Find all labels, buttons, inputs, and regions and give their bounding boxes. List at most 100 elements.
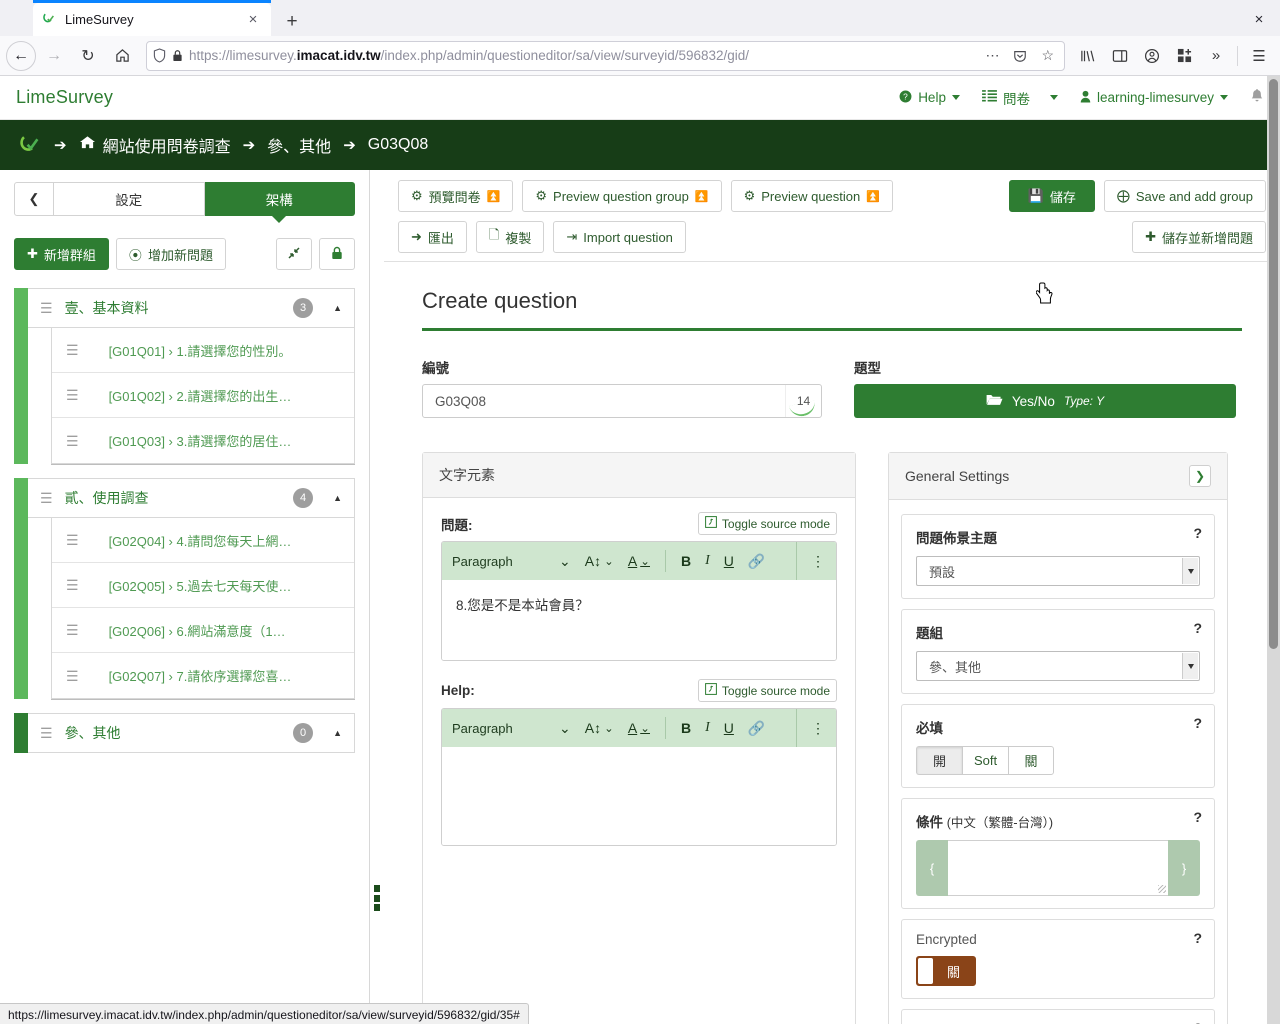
preview-survey-button[interactable]: ⚙ 預覽問卷 ⏫ — [398, 180, 514, 212]
surveys-menu[interactable]: 問卷 — [982, 88, 1058, 108]
help-question-icon[interactable]: ? — [1193, 715, 1202, 731]
help-menu[interactable]: ? Help — [899, 90, 960, 106]
add-question-button[interactable]: ⦿ 增加新問題 — [115, 238, 226, 270]
preview-question-button[interactable]: ⚙ Preview question ⏫ — [730, 180, 893, 212]
reload-button[interactable]: ↻ — [72, 41, 104, 71]
paragraph-format-chevron-icon[interactable]: ⌄ — [552, 553, 578, 570]
drag-handle-icon[interactable]: ☰ — [66, 578, 79, 592]
new-tab-button[interactable]: + — [277, 6, 307, 36]
drag-handle-icon[interactable]: ☰ — [66, 669, 79, 683]
back-button[interactable]: ← — [6, 40, 36, 71]
list-item[interactable]: ☰ [G01Q03] › 3.請選擇您的居住… — [52, 418, 354, 463]
pocket-icon[interactable] — [1009, 49, 1031, 63]
more-options-icon[interactable]: ⋮ — [796, 709, 826, 747]
group-header[interactable]: ☰ 貳、使用調查 4 ▲ — [28, 478, 355, 518]
drag-handle-icon[interactable]: ☰ — [40, 301, 53, 315]
help-question-icon[interactable]: ? — [1193, 1020, 1202, 1024]
url-bar[interactable]: https://limesurvey.imacat.idv.tw/index.p… — [146, 40, 1065, 71]
drag-handle-icon[interactable]: ☰ — [40, 726, 53, 740]
italic-icon[interactable]: I — [698, 553, 717, 569]
lock-button[interactable] — [319, 238, 355, 270]
help-question-icon[interactable]: ? — [1193, 930, 1202, 946]
question-theme-select[interactable]: 預設 — [916, 556, 1200, 586]
resize-handle-icon[interactable] — [1158, 885, 1166, 893]
list-item[interactable]: ☰ [G02Q06] › 6.網站滿意度（1… — [52, 608, 354, 653]
question-rich-text-editor[interactable]: Paragraph ⌄ A↕ ⌄ A ⌄ B I U 🔗 ⋮ 8.您是不是本站會… — [441, 541, 837, 661]
account-icon[interactable] — [1137, 41, 1167, 71]
list-item[interactable]: ☰ [G01Q01] › 1.請選擇您的性別。 — [52, 328, 354, 373]
user-menu[interactable]: learning-limesurvey — [1080, 90, 1228, 106]
save-button[interactable]: 💾 儲存 — [1008, 180, 1095, 212]
page-scrollbar[interactable] — [1267, 76, 1280, 1024]
drag-handle-icon[interactable]: ☰ — [66, 388, 79, 402]
tab-close-icon[interactable]: × — [243, 10, 263, 30]
forward-button[interactable]: → — [38, 41, 70, 71]
encrypted-toggle[interactable]: 關 — [916, 956, 976, 986]
drag-handle-icon[interactable]: ☰ — [66, 343, 79, 357]
sidebar-collapse-button[interactable]: ❮ — [14, 182, 54, 216]
question-type-button[interactable]: Yes/No Type: Y — [854, 384, 1236, 418]
drag-handle-icon[interactable]: ☰ — [40, 491, 53, 505]
page-actions-icon[interactable]: ⋯ — [981, 47, 1003, 64]
list-item[interactable]: ☰ [G02Q04] › 4.請問您每天上網… — [52, 518, 354, 563]
font-size-icon[interactable]: A↕ ⌄ — [578, 553, 621, 569]
help-question-icon[interactable]: ? — [1193, 525, 1202, 541]
text-color-icon[interactable]: A ⌄ — [621, 553, 657, 569]
list-item[interactable]: ☰ [G02Q05] › 5.過去七天每天使… — [52, 563, 354, 608]
help-question-icon[interactable]: ? — [1193, 620, 1202, 636]
paragraph-format-chevron-icon[interactable]: ⌄ — [552, 720, 578, 737]
group-header[interactable]: ☰ 壹、基本資料 3 ▲ — [28, 288, 355, 328]
scrollbar-thumb[interactable] — [1269, 79, 1278, 649]
panel-collapse-chevron-icon[interactable]: ❯ — [1189, 465, 1211, 487]
tab-structure[interactable]: 架構 — [204, 182, 355, 216]
notification-bell-icon[interactable] — [1250, 88, 1264, 107]
link-icon[interactable]: 🔗 — [741, 720, 772, 737]
overflow-chevron-icon[interactable]: » — [1201, 41, 1231, 71]
help-question-icon[interactable]: ? — [1193, 809, 1202, 825]
group-header[interactable]: ☰ 參、其他 0 ▲ — [28, 713, 355, 753]
bold-icon[interactable]: B — [674, 720, 698, 736]
paragraph-format-label[interactable]: Paragraph — [452, 721, 552, 736]
help-rich-text-editor[interactable]: Paragraph ⌄ A↕ ⌄ A ⌄ B I U 🔗 ⋮ — [441, 708, 837, 846]
text-color-icon[interactable]: A ⌄ — [621, 720, 657, 736]
save-and-add-group-button[interactable]: ⨁ Save and add group — [1103, 180, 1266, 212]
home-button[interactable] — [106, 41, 138, 71]
italic-icon[interactable]: I — [698, 720, 717, 736]
link-icon[interactable]: 🔗 — [741, 553, 772, 570]
list-item[interactable]: ☰ [G02Q07] › 7.請依序選擇您喜… — [52, 653, 354, 698]
library-icon[interactable] — [1073, 41, 1103, 71]
window-close-icon[interactable]: × — [1246, 8, 1272, 30]
pane-divider[interactable] — [370, 170, 384, 1024]
sidebar-icon[interactable] — [1105, 41, 1135, 71]
browser-tab[interactable]: LimeSurvey × — [33, 3, 271, 36]
chevron-up-icon[interactable]: ▲ — [333, 303, 342, 313]
bookmark-star-icon[interactable]: ☆ — [1037, 47, 1058, 64]
chevron-up-icon[interactable]: ▲ — [333, 728, 342, 738]
bold-icon[interactable]: B — [674, 553, 698, 569]
toggle-source-mode-button-question[interactable]: Toggle source mode — [697, 512, 837, 535]
help-text-area[interactable] — [442, 747, 836, 845]
underline-icon[interactable]: U — [717, 553, 741, 569]
condition-textarea[interactable] — [948, 840, 1168, 896]
more-options-icon[interactable]: ⋮ — [796, 542, 826, 580]
limesurvey-logo-icon[interactable] — [18, 133, 42, 157]
question-code-input[interactable]: G03Q08 14 — [422, 384, 822, 419]
drag-handle-icon[interactable]: ☰ — [66, 533, 79, 547]
mandatory-option-on[interactable]: 開 — [916, 746, 962, 775]
paragraph-format-label[interactable]: Paragraph — [452, 554, 552, 569]
mandatory-option-off[interactable]: 關 — [1008, 746, 1054, 775]
export-button[interactable]: ➜ 匯出 — [398, 221, 467, 253]
chevron-up-icon[interactable]: ▲ — [333, 493, 342, 503]
underline-icon[interactable]: U — [717, 720, 741, 736]
drag-handle-icon[interactable]: ☰ — [66, 623, 79, 637]
add-group-button[interactable]: ✚ 新增群組 — [14, 238, 109, 270]
list-item[interactable]: ☰ [G01Q02] › 2.請選擇您的出生… — [52, 373, 354, 418]
toggle-source-mode-button-help[interactable]: Toggle source mode — [697, 679, 837, 702]
app-brand[interactable]: LimeSurvey — [16, 87, 113, 108]
save-and-add-question-button[interactable]: ✚ 儲存並新增問題 — [1132, 221, 1266, 253]
tracking-protection-shield-icon[interactable] — [153, 48, 166, 63]
font-size-icon[interactable]: A↕ ⌄ — [578, 720, 621, 736]
copy-button[interactable]: 🗋 複製 — [475, 221, 545, 253]
preview-question-group-button[interactable]: ⚙ Preview question group ⏫ — [522, 180, 722, 212]
divider-drag-handle[interactable] — [374, 885, 380, 911]
